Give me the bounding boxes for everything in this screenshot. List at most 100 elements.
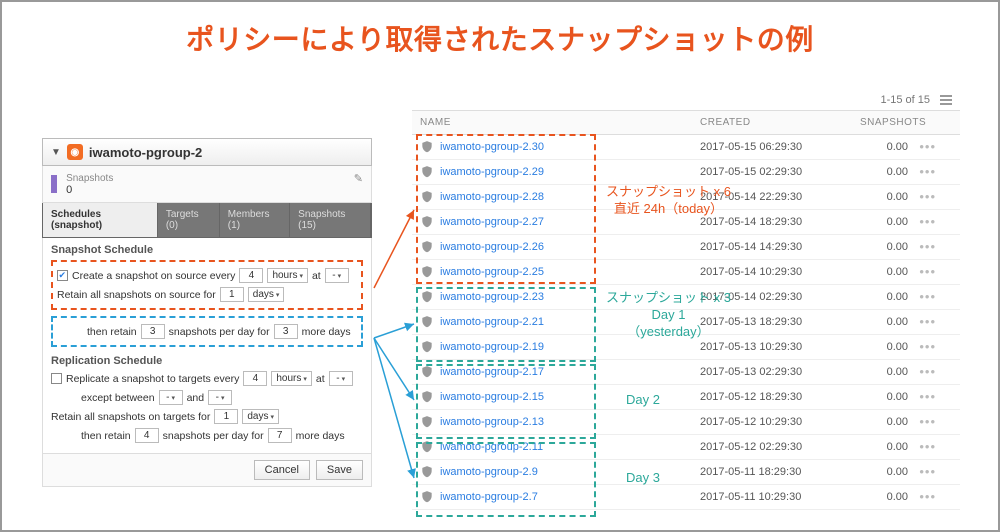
snapshot-size: 0.00 [860,391,908,403]
row-actions-icon[interactable]: ••• [908,318,936,326]
row-actions-icon[interactable]: ••• [908,293,936,301]
shield-icon [420,265,434,279]
snapshot-name-link[interactable]: iwamoto-pgroup-2.9 [440,466,538,478]
edit-icon[interactable]: ✎ [354,172,363,185]
row-actions-icon[interactable]: ••• [908,493,936,501]
table-row: iwamoto-pgroup-2.292017-05-15 02:29:300.… [412,160,960,185]
repl-checkbox[interactable] [51,373,62,384]
shield-icon [420,290,434,304]
pgroup-name: iwamoto-pgroup-2 [89,145,202,160]
repl-retain-value-select[interactable]: 1 [214,409,238,424]
snapshot-created: 2017-05-14 10:29:30 [700,266,860,278]
snapshot-created: 2017-05-14 02:29:30 [700,291,860,303]
snapshot-name-link[interactable]: iwamoto-pgroup-2.21 [440,316,544,328]
snapshot-size: 0.00 [860,316,908,328]
snapshot-created: 2017-05-13 18:29:30 [700,316,860,328]
create-value-select[interactable]: 4 [239,268,263,283]
create-at-select[interactable]: -▾ [325,268,349,283]
row-actions-icon[interactable]: ••• [908,218,936,226]
row-actions-icon[interactable]: ••• [908,243,936,251]
then-retain-v2[interactable]: 3 [274,324,298,339]
tab-members[interactable]: Members (1) [220,203,290,237]
table-row: iwamoto-pgroup-2.11 2017-05-12 02:29:300.… [412,435,960,460]
snapshot-name-link[interactable]: iwamoto-pgroup-2.17 [440,366,544,378]
table-row: iwamoto-pgroup-2.132017-05-12 10:29:300.… [412,410,960,435]
retain-unit-select[interactable]: days▾ [248,287,285,302]
table-row: iwamoto-pgroup-2.25 2017-05-14 10:29:300.… [412,260,960,285]
then-retain-v1[interactable]: 3 [141,324,165,339]
snapshot-created: 2017-05-11 18:29:30 [700,466,860,478]
repl-value-select[interactable]: 4 [243,371,267,386]
snapshot-size: 0.00 [860,366,908,378]
save-button[interactable]: Save [316,460,363,480]
row-actions-icon[interactable]: ••• [908,443,936,451]
tabs: Schedules (snapshot) Targets (0) Members… [42,203,372,238]
then-retain-row: then retain 3 snapshots per day for 3 mo… [87,324,357,339]
repl-then-v2[interactable]: 7 [268,428,292,443]
snapshot-table: 1-15 of 15 NAME CREATED SNAPSHOTS iwamot… [412,90,960,510]
row-actions-icon[interactable]: ••• [908,343,936,351]
page-title: ポリシーにより取得されたスナップショットの例 [32,18,968,58]
snapshot-name-link[interactable]: iwamoto-pgroup-2.29 [440,166,544,178]
pgroup-icon: ◉ [67,144,83,160]
shield-icon [420,365,434,379]
pgroup-header[interactable]: ▼ ◉ iwamoto-pgroup-2 [42,138,372,166]
snapshot-created: 2017-05-12 02:29:30 [700,441,860,453]
repl-unit-select[interactable]: hours▾ [271,371,312,386]
col-name: NAME [420,117,700,128]
table-row: iwamoto-pgroup-2.19 2017-05-13 10:29:300.… [412,335,960,360]
snapshot-size: 0.00 [860,191,908,203]
snapshot-size: 0.00 [860,266,908,278]
snapshot-name-link[interactable]: iwamoto-pgroup-2.28 [440,191,544,203]
snapshot-name-link[interactable]: iwamoto-pgroup-2.25 [440,266,544,278]
chevron-down-icon: ▼ [51,147,61,158]
shield-icon [420,390,434,404]
shield-icon [420,340,434,354]
table-row: iwamoto-pgroup-2.15 2017-05-12 18:29:300.… [412,385,960,410]
menu-icon[interactable] [940,95,952,105]
row-actions-icon[interactable]: ••• [908,368,936,376]
tab-targets[interactable]: Targets (0) [158,203,220,237]
row-actions-icon[interactable]: ••• [908,468,936,476]
snapshot-created: 2017-05-12 18:29:30 [700,391,860,403]
snapshot-name-link[interactable]: iwamoto-pgroup-2.15 [440,391,544,403]
tab-snapshots[interactable]: Snapshots (15) [290,203,371,237]
tab-schedules[interactable]: Schedules (snapshot) [43,203,158,237]
repl-then-v1[interactable]: 4 [135,428,159,443]
snapshot-created: 2017-05-13 02:29:30 [700,366,860,378]
row-actions-icon[interactable]: ••• [908,393,936,401]
row-actions-icon[interactable]: ••• [908,268,936,276]
snapshot-name-link[interactable]: iwamoto-pgroup-2.26 [440,241,544,253]
pgroup-summary: ✎ Snapshots 0 [42,166,372,203]
except-from-select[interactable]: -▾ [159,390,183,405]
snapshot-name-link[interactable]: iwamoto-pgroup-2.11 [440,441,543,453]
table-row: iwamoto-pgroup-2.72017-05-11 10:29:300.0… [412,485,960,510]
snapshot-name-link[interactable]: iwamoto-pgroup-2.13 [440,416,544,428]
row-actions-icon[interactable]: ••• [908,143,936,151]
snapshot-name-link[interactable]: iwamoto-pgroup-2.30 [440,141,544,153]
snapshot-name-link[interactable]: iwamoto-pgroup-2.19 [440,341,544,353]
create-unit-select[interactable]: hours▾ [267,268,308,283]
except-to-select[interactable]: -▾ [208,390,232,405]
create-snapshot-checkbox[interactable] [57,270,68,281]
retain-value-select[interactable]: 1 [220,287,244,302]
snapshot-name-link[interactable]: iwamoto-pgroup-2.27 [440,216,544,228]
snapshot-created: 2017-05-14 18:29:30 [700,216,860,228]
snapshot-size: 0.00 [860,341,908,353]
table-row: iwamoto-pgroup-2.262017-05-14 14:29:300.… [412,235,960,260]
repl-at-select[interactable]: -▾ [329,371,353,386]
cancel-button[interactable]: Cancel [254,460,310,480]
shield-icon [420,215,434,229]
snapshot-created: 2017-05-11 10:29:30 [700,491,860,503]
row-actions-icon[interactable]: ••• [908,193,936,201]
row-actions-icon[interactable]: ••• [908,418,936,426]
table-header: NAME CREATED SNAPSHOTS [412,111,960,135]
snapshot-created: 2017-05-13 10:29:30 [700,341,860,353]
row-actions-icon[interactable]: ••• [908,168,936,176]
snapshot-name-link[interactable]: iwamoto-pgroup-2.23 [440,291,544,303]
snapshot-name-link[interactable]: iwamoto-pgroup-2.7 [440,491,538,503]
repl-retain-unit-select[interactable]: days▾ [242,409,279,424]
snapshot-size: 0.00 [860,441,908,453]
snapshot-size: 0.00 [860,241,908,253]
snapshot-created: 2017-05-15 02:29:30 [700,166,860,178]
